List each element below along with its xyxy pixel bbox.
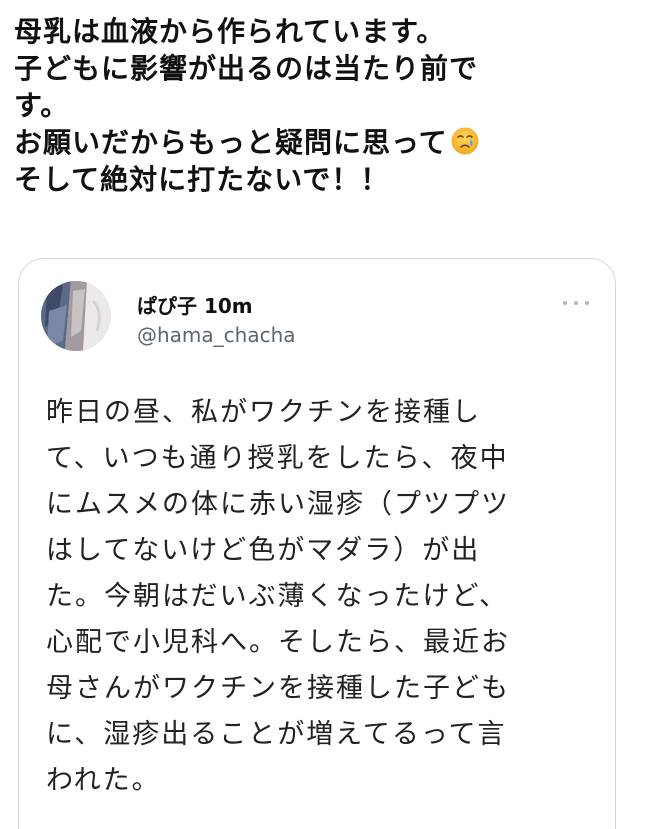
main-tweet-text: 母乳は血液から作られています。 子どもに影響が出るのは当たり前で す。 お願いだ…	[14, 14, 644, 199]
author-name[interactable]: ぱぴ子 10m	[137, 290, 253, 319]
tweet-line: す。	[14, 89, 70, 122]
tweet-screen: 母乳は血液から作られています。 子どもに影響が出るのは当たり前で す。 お願いだ…	[0, 0, 658, 829]
quote-line: はしてないけど色がマダラ）が出	[46, 535, 481, 566]
quoted-tweet-card[interactable]: ぱぴ子 10m @hama_chacha 昨日の昼、私がワクチンを接種し て、い…	[18, 258, 616, 829]
quote-line: た。今朝はだいぶ薄くなったけど、	[46, 581, 509, 612]
author-handle[interactable]: @hama_chacha	[137, 323, 296, 347]
quote-line: にムスメの体に赤い湿疹（プツプツ	[46, 489, 510, 520]
tweet-line: 母乳は血液から作られています。	[14, 15, 446, 48]
quote-line: に、湿疹出ることが増えてるって言	[46, 719, 507, 750]
quote-line: て、いつも通り授乳をしたら、夜中	[46, 443, 509, 474]
more-options-icon[interactable]	[563, 299, 589, 307]
quote-line: 昨日の昼、私がワクチンを接種し	[46, 397, 481, 428]
tweet-line-with-emoji: お願いだからもっと疑問に思って	[14, 125, 644, 162]
avatar[interactable]	[41, 281, 111, 351]
quote-line: われた。	[46, 765, 161, 796]
tweet-line: 子どもに影響が出るのは当たり前で	[14, 52, 479, 85]
crying-face-emoji-icon	[450, 126, 480, 156]
quote-line: 母さんがワクチンを接種した子ども	[46, 673, 510, 704]
quote-line: 心配で小児科へ。そしたら、最近お	[46, 627, 510, 658]
tweet-line: お願いだからもっと疑問に思って	[14, 126, 448, 159]
tweet-line: そして絶対に打たないで！！	[14, 163, 390, 196]
quoted-tweet-text: 昨日の昼、私がワクチンを接種し て、いつも通り授乳をしたら、夜中 にムスメの体に…	[46, 395, 606, 809]
